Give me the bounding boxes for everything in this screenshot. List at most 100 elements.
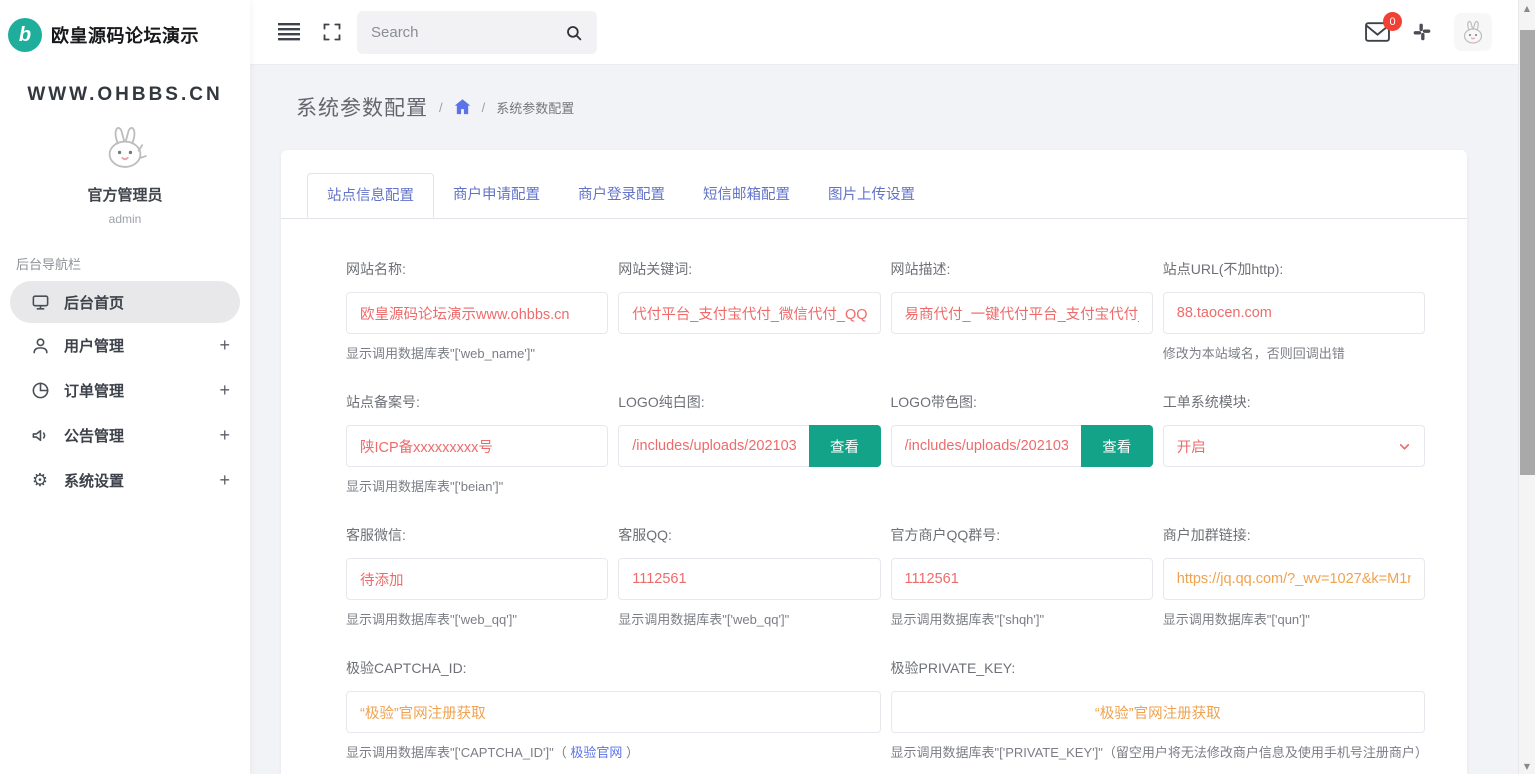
scroll-down-arrow-icon[interactable]: ▼ xyxy=(1519,758,1535,774)
logo-color-field: LOGO带色图: /includes/uploads/2021031 查看 xyxy=(891,392,1153,495)
service-qq-field: 客服QQ: 1112561 显示调用数据库表"['web_qq']" xyxy=(618,525,880,628)
search-icon[interactable] xyxy=(565,24,583,42)
brand[interactable]: b 欧皇源码论坛演示 xyxy=(0,0,250,58)
breadcrumb-current: 系统参数配置 xyxy=(496,98,574,117)
site-name-field: 网站名称: 欧皇源码论坛演示www.ohbbs.cn 显示调用数据库表"['we… xyxy=(346,259,608,362)
scrollbar-thumb[interactable] xyxy=(1520,30,1535,475)
tab-merchant-login[interactable]: 商户登录配置 xyxy=(559,173,684,218)
sidebar: b 欧皇源码论坛演示 WWW.OHBBS.CN 官方管理员 admin 后台导航… xyxy=(0,0,250,774)
sidebar-item-label: 系统设置 xyxy=(64,470,124,491)
expand-plus-icon[interactable]: + xyxy=(219,425,230,446)
mail-button[interactable]: 0 xyxy=(1365,22,1390,42)
vertical-scrollbar[interactable]: ▲ ▼ xyxy=(1518,0,1535,774)
geetest-site-link[interactable]: 极验官网 xyxy=(570,745,622,760)
speaker-icon xyxy=(30,426,50,446)
service-wechat-field: 客服微信: 待添加 显示调用数据库表"['web_qq']" xyxy=(346,525,608,628)
sidebar-item-orders[interactable]: 订单管理 + xyxy=(0,368,250,413)
site-keywords-input[interactable]: 代付平台_支付宝代付_微信代付_QQf xyxy=(618,292,880,334)
tab-sms-email[interactable]: 短信邮箱配置 xyxy=(684,173,809,218)
sidebar-item-announcements[interactable]: 公告管理 + xyxy=(0,413,250,458)
geetest-private-key-input[interactable]: “极验”官网注册获取 xyxy=(891,691,1426,733)
expand-plus-icon[interactable]: + xyxy=(219,335,230,356)
service-wechat-input[interactable]: 待添加 xyxy=(346,558,608,600)
search-input[interactable] xyxy=(371,24,541,41)
sidebar-item-label: 公告管理 xyxy=(64,425,124,446)
breadcrumb: 系统参数配置 / / 系统参数配置 xyxy=(250,64,1535,122)
site-keywords-field: 网站关键词: 代付平台_支付宝代付_微信代付_QQf xyxy=(618,259,880,362)
fullscreen-icon[interactable] xyxy=(320,20,344,44)
sidebar-nav: 后台首页 用户管理 + 订单管理 + xyxy=(0,281,250,503)
topbar-actions: 0 xyxy=(1365,0,1492,64)
brand-logo-icon: b xyxy=(8,18,42,52)
sidebar-item-label: 用户管理 xyxy=(64,335,124,356)
main-content: 系统参数配置 / / 系统参数配置 站点信息配置 商户申请配置 商户登录配置 短… xyxy=(250,64,1535,774)
sidebar-item-settings[interactable]: ⚙ 系统设置 + xyxy=(0,458,250,503)
field-helper: 修改为本站域名，否则回调出错 xyxy=(1163,343,1425,362)
monitor-icon xyxy=(30,292,50,312)
view-logo-white-button[interactable]: 查看 xyxy=(809,425,881,467)
expand-plus-icon[interactable]: + xyxy=(219,470,230,491)
field-label: 极验PRIVATE_KEY: xyxy=(891,658,1426,678)
geetest-captcha-id-input[interactable]: “极验”官网注册获取 xyxy=(346,691,881,733)
sidebar-item-users[interactable]: 用户管理 + xyxy=(0,323,250,368)
site-url-input[interactable]: 88.taocen.com xyxy=(1163,292,1425,334)
field-helper: 显示调用数据库表"['CAPTCHA_ID']"（ 极验官网 ） xyxy=(346,742,881,761)
site-description-input[interactable]: 易商代付_一键代付平台_支付宝代付_ xyxy=(891,292,1153,334)
merchant-qq-group-field: 官方商户QQ群号: 1112561 显示调用数据库表"['shqh']" xyxy=(891,525,1153,628)
user-menu-avatar[interactable] xyxy=(1454,13,1492,51)
gear-icon: ⚙ xyxy=(30,471,50,491)
site-name-input[interactable]: 欧皇源码论坛演示www.ohbbs.cn xyxy=(346,292,608,334)
tab-merchant-apply[interactable]: 商户申请配置 xyxy=(434,173,559,218)
search-box xyxy=(357,11,597,54)
expand-plus-icon[interactable]: + xyxy=(219,380,230,401)
menu-toggle-icon[interactable] xyxy=(278,22,300,42)
breadcrumb-separator: / xyxy=(482,100,486,115)
geetest-captcha-id-field: 极验CAPTCHA_ID: “极验”官网注册获取 显示调用数据库表"['CAPT… xyxy=(346,658,881,761)
brand-name: 欧皇源码论坛演示 xyxy=(51,22,199,48)
ticket-module-select[interactable]: 开启 xyxy=(1163,425,1425,467)
settings-card: 站点信息配置 商户申请配置 商户登录配置 短信邮箱配置 图片上传设置 网站名称:… xyxy=(281,150,1467,774)
field-label: 极验CAPTCHA_ID: xyxy=(346,658,881,678)
logo-white-input[interactable]: /includes/uploads/2021031 xyxy=(618,425,808,467)
tab-image-upload[interactable]: 图片上传设置 xyxy=(809,173,934,218)
site-info-form: 网站名称: 欧皇源码论坛演示www.ohbbs.cn 显示调用数据库表"['we… xyxy=(281,219,1467,774)
field-label: 客服QQ: xyxy=(618,525,880,545)
field-label: 站点备案号: xyxy=(346,392,608,412)
user-role: admin xyxy=(0,212,250,226)
field-label: 客服微信: xyxy=(346,525,608,545)
geetest-private-key-field: 极验PRIVATE_KEY: “极验”官网注册获取 显示调用数据库表"['PRI… xyxy=(891,658,1426,761)
group-link-input[interactable]: https://jq.qq.com/?_wv=1027&k=M1n xyxy=(1163,558,1425,600)
tab-site-info[interactable]: 站点信息配置 xyxy=(307,173,434,218)
field-label: 网站名称: xyxy=(346,259,608,279)
field-helper: 显示调用数据库表"['web_qq']" xyxy=(346,609,608,628)
site-description-field: 网站描述: 易商代付_一键代付平台_支付宝代付_ xyxy=(891,259,1153,362)
merchant-qq-group-input[interactable]: 1112561 xyxy=(891,558,1153,600)
home-icon[interactable] xyxy=(454,99,471,115)
logo-color-input[interactable]: /includes/uploads/2021031 xyxy=(891,425,1081,467)
view-logo-color-button[interactable]: 查看 xyxy=(1081,425,1153,467)
icp-number-input[interactable]: 陕ICP备xxxxxxxxx号 xyxy=(346,425,608,467)
nav-section-label: 后台导航栏 xyxy=(0,226,250,281)
site-url-field: 站点URL(不加http): 88.taocen.com 修改为本站域名，否则回… xyxy=(1163,259,1425,362)
user-name: 官方管理员 xyxy=(0,184,250,205)
mail-badge: 0 xyxy=(1383,12,1402,31)
sidebar-item-label: 订单管理 xyxy=(64,380,124,401)
field-label: 网站关键词: xyxy=(618,259,880,279)
field-label: LOGO带色图: xyxy=(891,392,1153,412)
field-label: 商户加群链接: xyxy=(1163,525,1425,545)
sidebar-item-dashboard[interactable]: 后台首页 xyxy=(10,281,240,323)
scroll-up-arrow-icon[interactable]: ▲ xyxy=(1519,0,1535,16)
rabbit-avatar-icon xyxy=(96,118,154,176)
field-label: 站点URL(不加http): xyxy=(1163,259,1425,279)
field-label: 网站描述: xyxy=(891,259,1153,279)
rabbit-avatar-icon xyxy=(1457,16,1489,48)
apps-button[interactable] xyxy=(1412,22,1432,42)
service-qq-input[interactable]: 1112561 xyxy=(618,558,880,600)
topbar: 0 xyxy=(250,0,1535,64)
field-helper: 显示调用数据库表"['shqh']" xyxy=(891,609,1153,628)
logo-white-field: LOGO纯白图: /includes/uploads/2021031 查看 xyxy=(618,392,880,495)
icp-number-field: 站点备案号: 陕ICP备xxxxxxxxx号 显示调用数据库表"['beian'… xyxy=(346,392,608,495)
field-helper: 显示调用数据库表"['PRIVATE_KEY']"（留空用户将无法修改商户信息及… xyxy=(891,742,1426,761)
group-link-field: 商户加群链接: https://jq.qq.com/?_wv=1027&k=M1… xyxy=(1163,525,1425,628)
apps-grid-icon xyxy=(1412,22,1432,42)
